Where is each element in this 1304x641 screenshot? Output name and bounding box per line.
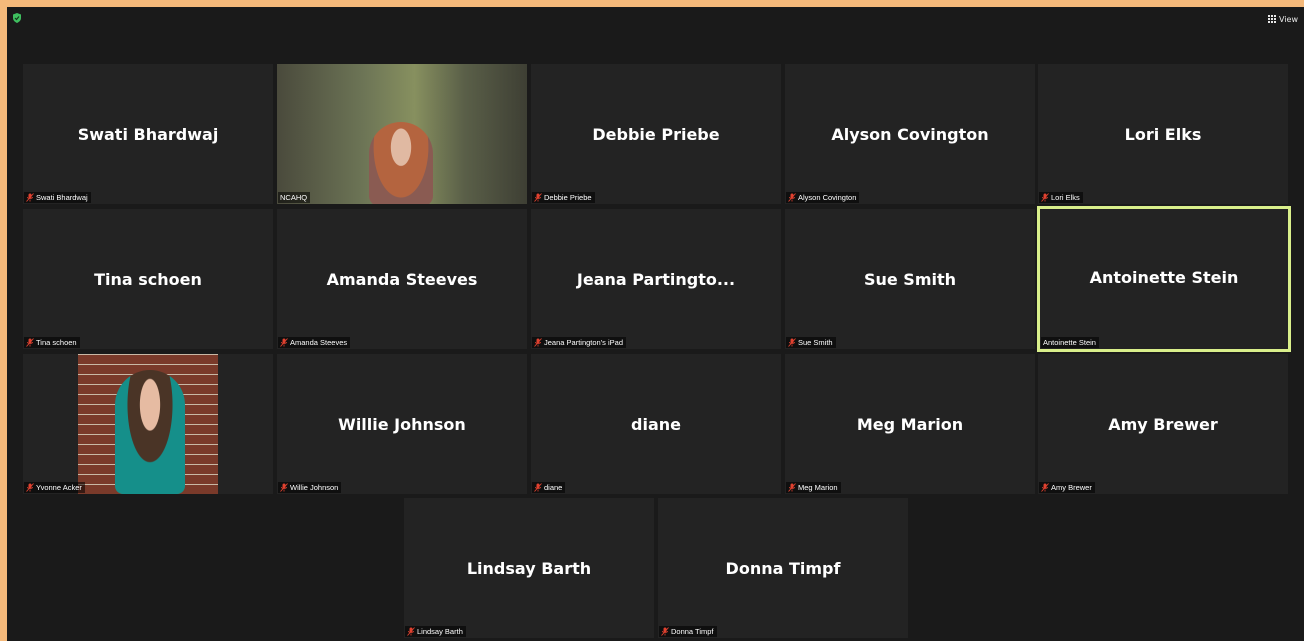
participant-label-text: Jeana Partington's iPad xyxy=(544,338,623,347)
participant-label-text: Swati Bhardwaj xyxy=(36,193,88,202)
participant-tile[interactable]: Tina schoen Tina schoen xyxy=(23,209,273,349)
participant-tile[interactable]: Yvonne Acker xyxy=(23,354,273,494)
participant-label-text: Lindsay Barth xyxy=(417,627,463,636)
participant-name: Amanda Steeves xyxy=(326,269,478,289)
mic-muted-icon xyxy=(534,193,542,202)
participant-tile[interactable]: Lindsay Barth Lindsay Barth xyxy=(404,498,654,638)
participant-tile[interactable]: Willie Johnson Willie Johnson xyxy=(277,354,527,494)
participant-name: Meg Marion xyxy=(856,414,964,434)
participant-tile[interactable]: NCAHQ xyxy=(277,64,527,204)
mic-muted-icon xyxy=(788,338,796,347)
participant-label: Lori Elks xyxy=(1039,192,1083,203)
participant-label: Sue Smith xyxy=(786,337,836,348)
participant-name: Swati Bhardwaj xyxy=(77,124,219,144)
mic-muted-icon xyxy=(280,338,288,347)
participant-name: Lindsay Barth xyxy=(466,558,592,578)
mic-muted-icon xyxy=(661,627,669,636)
grid-icon xyxy=(1268,15,1277,23)
participant-label: Debbie Priebe xyxy=(532,192,595,203)
participant-label: Willie Johnson xyxy=(278,482,342,493)
mic-muted-icon xyxy=(1041,193,1049,202)
participant-name: Antoinette Stein xyxy=(1089,268,1239,287)
participant-name: Alyson Covington xyxy=(831,124,989,144)
participant-tile[interactable]: Amy Brewer Amy Brewer xyxy=(1038,354,1288,494)
participant-label-text: Lori Elks xyxy=(1051,193,1080,202)
mic-muted-icon xyxy=(26,483,34,492)
participant-name: Tina schoen xyxy=(94,269,202,289)
participant-tile[interactable]: Sue Smith Sue Smith xyxy=(785,209,1035,349)
meeting-window: View Swati Bhardwaj Swati Bhardwaj NCAHQ… xyxy=(7,7,1304,641)
participant-label-text: Sue Smith xyxy=(798,338,833,347)
participant-label-text: Tina schoen xyxy=(36,338,77,347)
participant-tile[interactable]: Lori Elks Lori Elks xyxy=(1038,64,1288,204)
participant-label-text: Alyson Covington xyxy=(798,193,857,202)
active-speaker-tile[interactable]: Antoinette Stein Antoinette Stein xyxy=(1037,206,1291,352)
participant-label: Donna Timpf xyxy=(659,626,717,637)
mic-muted-icon xyxy=(1041,483,1049,492)
participant-label: Tina schoen xyxy=(24,337,80,348)
participant-video xyxy=(369,122,433,204)
participant-label-text: Yvonne Acker xyxy=(36,483,82,492)
participant-label: Swati Bhardwaj xyxy=(24,192,91,203)
mic-muted-icon xyxy=(788,193,796,202)
view-button[interactable]: View xyxy=(1268,13,1298,25)
participant-label-text: NCAHQ xyxy=(280,193,308,202)
mic-muted-icon xyxy=(788,483,796,492)
participant-tile[interactable]: Swati Bhardwaj Swati Bhardwaj xyxy=(23,64,273,204)
participant-name: diane xyxy=(631,414,681,434)
participant-tile[interactable]: Alyson Covington Alyson Covington xyxy=(785,64,1035,204)
top-bar: View xyxy=(7,7,1304,31)
participant-label: Antoinette Stein xyxy=(1041,337,1099,348)
participant-label-text: Antoinette Stein xyxy=(1043,338,1096,347)
participant-label: Alyson Covington xyxy=(786,192,860,203)
participant-tile[interactable]: Donna Timpf Donna Timpf xyxy=(658,498,908,638)
mic-muted-icon xyxy=(26,338,34,347)
participant-tile[interactable]: Debbie Priebe Debbie Priebe xyxy=(531,64,781,204)
participant-label: diane xyxy=(532,482,566,493)
mic-muted-icon xyxy=(280,483,288,492)
participant-name: Debbie Priebe xyxy=(592,124,720,144)
mic-muted-icon xyxy=(407,627,415,636)
view-label: View xyxy=(1279,14,1298,24)
participant-label: Amanda Steeves xyxy=(278,337,351,348)
shield-check-icon[interactable] xyxy=(13,13,21,23)
participant-label-text: diane xyxy=(544,483,563,492)
participant-label-text: Debbie Priebe xyxy=(544,193,592,202)
participant-name: Lori Elks xyxy=(1124,124,1202,144)
participant-label-text: Amanda Steeves xyxy=(290,338,348,347)
participant-name: Willie Johnson xyxy=(338,414,466,434)
participant-label-text: Meg Marion xyxy=(798,483,838,492)
participant-name: Amy Brewer xyxy=(1108,414,1218,434)
mic-muted-icon xyxy=(26,193,34,202)
participant-name: Donna Timpf xyxy=(725,558,841,578)
participant-tile[interactable]: Meg Marion Meg Marion xyxy=(785,354,1035,494)
participant-label-text: Amy Brewer xyxy=(1051,483,1092,492)
participant-video xyxy=(115,370,185,494)
participant-tile[interactable]: diane diane xyxy=(531,354,781,494)
participant-label: Yvonne Acker xyxy=(24,482,85,493)
participant-label-text: Donna Timpf xyxy=(671,627,714,636)
participant-tile[interactable]: Jeana Partingto... Jeana Partington's iP… xyxy=(531,209,781,349)
participant-label: Meg Marion xyxy=(786,482,841,493)
participant-label: Jeana Partington's iPad xyxy=(532,337,626,348)
mic-muted-icon xyxy=(534,338,542,347)
participant-label: Lindsay Barth xyxy=(405,626,466,637)
participant-name: Sue Smith xyxy=(863,269,957,289)
participant-tile[interactable]: Amanda Steeves Amanda Steeves xyxy=(277,209,527,349)
participant-label-text: Willie Johnson xyxy=(290,483,339,492)
participant-label: Amy Brewer xyxy=(1039,482,1095,493)
participant-label: NCAHQ xyxy=(278,192,311,203)
mic-muted-icon xyxy=(534,483,542,492)
participant-name: Jeana Partingto... xyxy=(576,269,736,289)
